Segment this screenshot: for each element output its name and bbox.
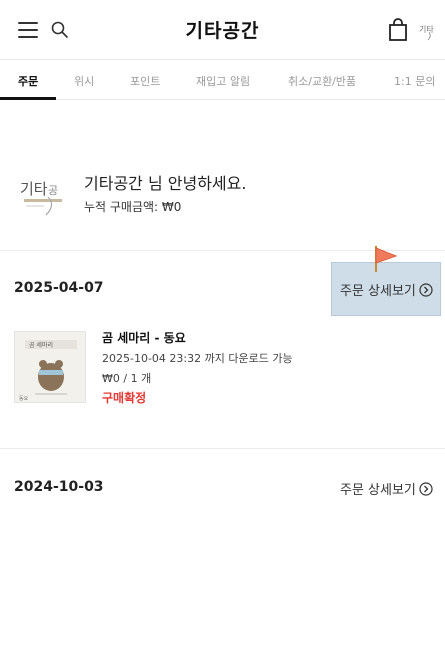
svg-text:동요: 동요 xyxy=(19,396,29,402)
svg-text:기타: 기타 xyxy=(419,25,434,34)
active-tab-indicator xyxy=(0,97,56,100)
svg-text:공: 공 xyxy=(48,184,58,197)
shopping-bag-icon[interactable] xyxy=(387,18,409,42)
price-quantity: ₩0 / 1 개 xyxy=(102,372,152,385)
tab-inquiry[interactable]: 1:1 문의 xyxy=(394,73,435,89)
tab-order[interactable]: 주문 xyxy=(18,73,38,89)
tab-cancel-exchange-return[interactable]: 취소/교환/반품 xyxy=(288,73,356,89)
welcome-greeting: 기타공간 님 안녕하세요. xyxy=(84,174,247,193)
order-date: 2024-10-03 xyxy=(14,479,104,495)
svg-text:곰 세마리: 곰 세마리 xyxy=(29,341,53,349)
order-detail-link[interactable]: 주문 상세보기 xyxy=(340,280,433,299)
tab-restock-alert[interactable]: 재입고 알림 xyxy=(196,73,250,89)
order-detail-label: 주문 상세보기 xyxy=(340,284,416,299)
top-header: 기타공간 기타 xyxy=(0,0,445,60)
welcome-section: 기타 공 기타공간 님 안녕하세요. 누적 구매금액: ₩0 xyxy=(0,160,445,220)
svg-text:기타: 기타 xyxy=(20,180,48,198)
section-divider xyxy=(0,448,445,449)
order-detail-link[interactable]: 주문 상세보기 xyxy=(340,479,433,498)
chevron-right-circle-icon xyxy=(419,481,433,496)
order-date: 2025-04-07 xyxy=(14,280,104,296)
brand-logo-icon[interactable]: 기타 xyxy=(418,20,440,42)
chevron-right-circle-icon xyxy=(419,282,433,297)
download-deadline: 2025-10-04 23:32 까지 다운로드 가능 xyxy=(102,352,293,365)
tab-wish[interactable]: 위시 xyxy=(74,73,94,89)
product-title[interactable]: 곰 세마리 - 동요 xyxy=(102,329,186,346)
flag-icon xyxy=(370,244,398,274)
order-detail-label: 주문 상세보기 xyxy=(340,483,416,498)
brand-logo: 기타 공 xyxy=(18,170,68,218)
total-purchase-amount: 누적 구매금액: ₩0 xyxy=(84,200,182,214)
product-thumbnail[interactable]: 곰 세마리 동요 xyxy=(14,331,86,403)
mypage-tabs: 주문 위시 포인트 재입고 알림 취소/교환/반품 1:1 문의 xyxy=(0,60,445,100)
tab-point[interactable]: 포인트 xyxy=(130,73,160,89)
order-status-badge: 구매확정 xyxy=(102,391,147,405)
page-title[interactable]: 기타공간 xyxy=(0,16,445,43)
